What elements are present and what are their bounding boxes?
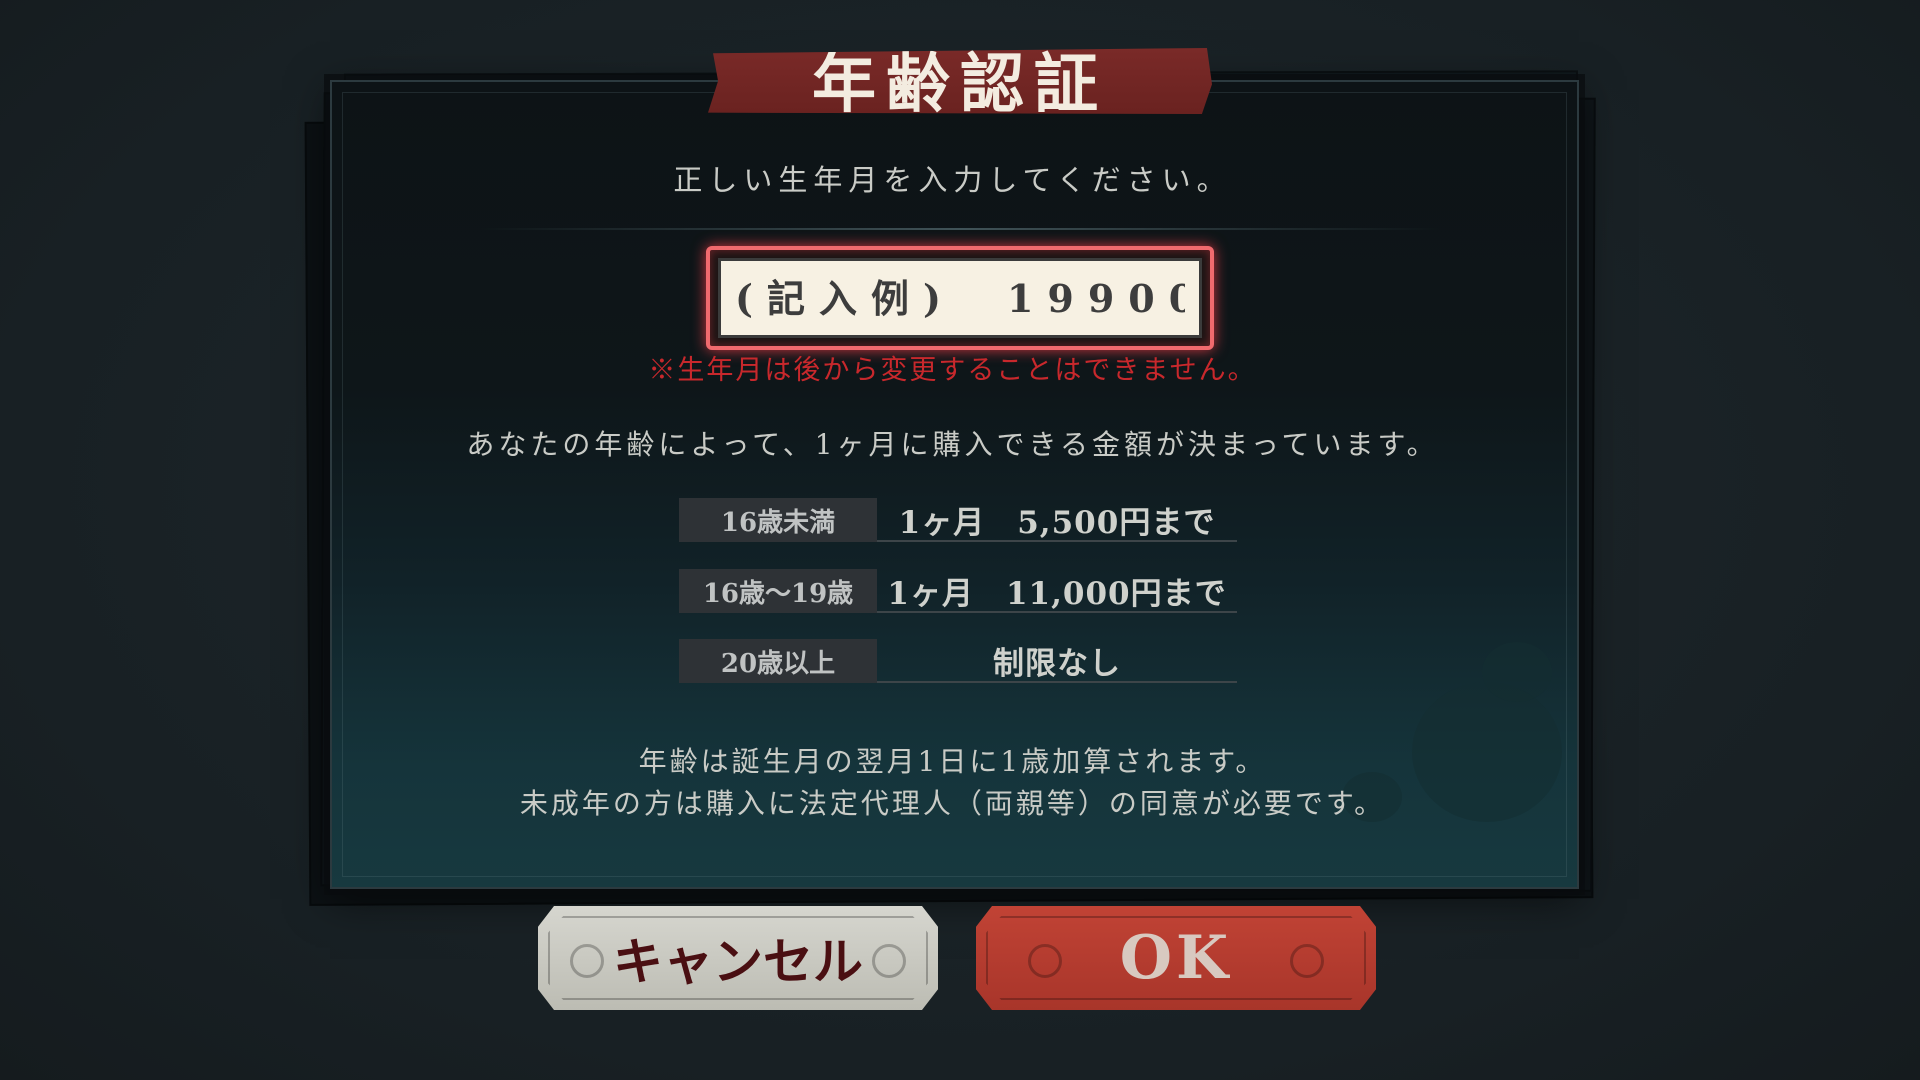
divider [480,228,1440,230]
limit-amount: 制限なし [877,639,1237,683]
ink-splatter-decoration [1482,642,1552,702]
limit-row: 16歳〜19歳 1ヶ月 11,000円まで [679,569,1237,613]
birth-month-input-frame [706,246,1214,350]
button-ornament-icon [570,944,604,978]
title-banner: 年齢認証 [708,48,1212,114]
screen: 年齢認証 正しい生年月を入力してください。 ※生年月は後から変更することはできま… [0,0,1920,1080]
limit-amount: 1ヶ月 11,000円まで [877,569,1237,613]
cancel-button[interactable]: キャンセル [538,906,938,1010]
dialog-title: 年齢認証 [812,47,1108,122]
ok-button[interactable]: OK [976,906,1376,1010]
limit-age-label: 20歳以上 [679,639,877,683]
button-ornament-icon [1290,944,1324,978]
age-increment-note: 年齢は誕生月の翌月1日に1歳加算されます。 [638,745,1267,778]
limit-age-label: 16歳〜19歳 [679,569,877,613]
cancel-button-label: キャンセル [613,932,863,991]
button-ornament-icon [872,944,906,978]
instruction-text: 正しい生年月を入力してください。 [673,163,1232,197]
ok-button-label: OK [1119,923,1233,993]
button-ornament-icon [1028,944,1062,978]
limit-row: 20歳以上 制限なし [679,639,1237,683]
explanation-text: あなたの年齢によって、1ヶ月に購入できる金額が決まっています。 [466,428,1439,461]
limit-age-label: 16歳未満 [679,498,877,542]
birth-month-input[interactable] [718,258,1202,338]
warning-text: ※生年月は後から変更することはできません。 [648,355,1257,386]
limit-row: 16歳未満 1ヶ月 5,500円まで [679,498,1237,542]
guardian-consent-note: 未成年の方は購入に法定代理人（両親等）の同意が必要です。 [519,787,1386,820]
limit-amount: 1ヶ月 5,500円まで [877,498,1237,542]
